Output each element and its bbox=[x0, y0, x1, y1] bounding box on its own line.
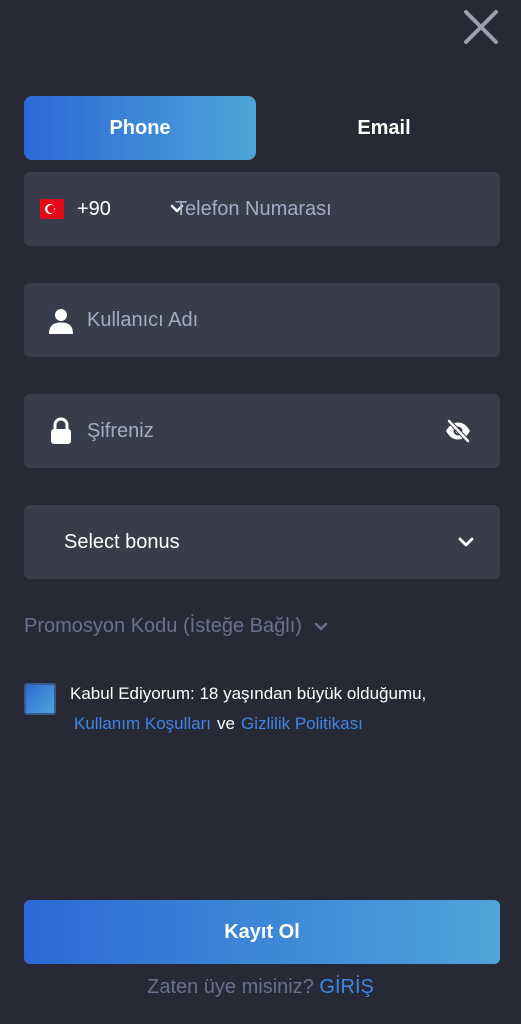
user-icon bbox=[49, 309, 73, 334]
terms-and-text: ve bbox=[217, 714, 235, 733]
username-field[interactable]: Kullanıcı Adı bbox=[24, 283, 500, 357]
terms-of-use-link[interactable]: Kullanım Koşulları bbox=[74, 714, 211, 733]
terms-links: Kullanım Koşulları ve Gizlilik Politikası bbox=[74, 714, 363, 734]
chevron-down-icon bbox=[314, 622, 328, 630]
phone-field[interactable]: +90 Telefon Numarası bbox=[24, 172, 500, 246]
tab-email[interactable]: Email bbox=[268, 96, 500, 160]
login-link[interactable]: GİRİŞ bbox=[319, 976, 373, 998]
promo-code-toggle[interactable]: Promosyon Kodu (İsteğe Bağlı) bbox=[24, 615, 330, 638]
bonus-selected-value: Select bonus bbox=[64, 530, 180, 553]
close-button[interactable] bbox=[462, 8, 500, 46]
bonus-select[interactable]: Select bonus bbox=[24, 505, 500, 579]
turkey-flag-icon bbox=[40, 199, 64, 219]
password-input[interactable]: Şifreniz bbox=[87, 420, 154, 443]
username-input[interactable]: Kullanıcı Adı bbox=[87, 309, 198, 332]
register-button[interactable]: Kayıt Ol bbox=[24, 900, 500, 964]
chevron-down-icon bbox=[458, 537, 474, 547]
tab-phone[interactable]: Phone bbox=[24, 96, 256, 160]
eye-slash-icon[interactable] bbox=[444, 418, 472, 444]
privacy-policy-link[interactable]: Gizlilik Politikası bbox=[241, 714, 363, 733]
lock-icon bbox=[51, 417, 71, 444]
country-code: +90 bbox=[77, 197, 111, 220]
promo-code-label: Promosyon Kodu (İsteğe Bağlı) bbox=[24, 615, 302, 637]
login-question: Zaten üye misiniz? bbox=[147, 976, 314, 998]
terms-text: Kabul Ediyorum: 18 yaşından büyük olduğu… bbox=[70, 684, 427, 703]
registration-modal: Phone Email +90 Telefon Numarası Kullanı… bbox=[0, 0, 521, 1024]
close-icon bbox=[464, 10, 498, 44]
auth-method-tabs: Phone Email bbox=[24, 96, 500, 160]
terms-checkbox[interactable] bbox=[24, 683, 56, 715]
login-prompt: Zaten üye misiniz? GİRİŞ bbox=[0, 976, 521, 999]
phone-input[interactable]: Telefon Numarası bbox=[175, 198, 332, 221]
password-field[interactable]: Şifreniz bbox=[24, 394, 500, 468]
